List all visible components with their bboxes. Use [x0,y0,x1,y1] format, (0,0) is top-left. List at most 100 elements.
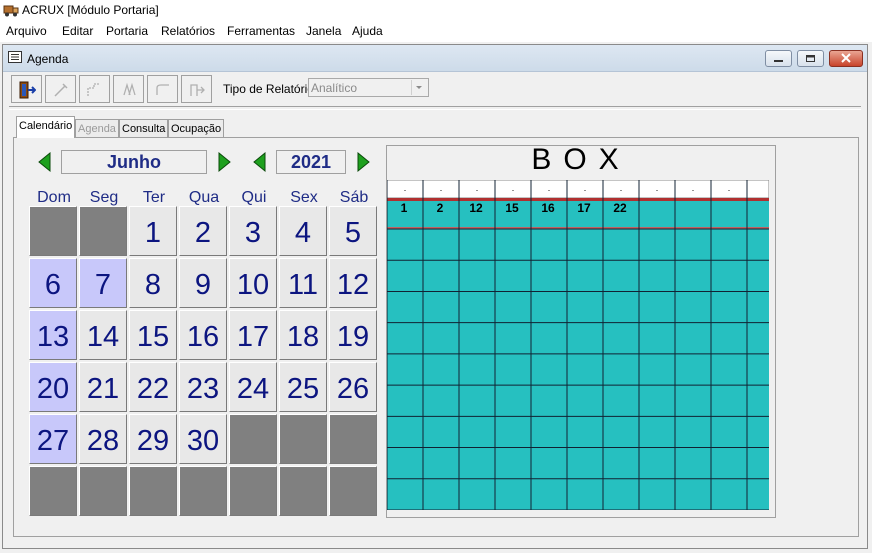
day-cell[interactable]: 22 [129,362,177,412]
day-cell[interactable]: 11 [279,258,327,308]
box-header-dot: . [656,183,659,193]
weekday-header: Qui [241,189,267,206]
day-cell[interactable]: 20 [29,362,77,412]
restore-icon [806,55,815,62]
box-header-dot: . [440,183,443,193]
tab-ocupacao[interactable]: Ocupação [168,119,225,137]
menu-relatorios[interactable]: Relatórios [161,24,215,38]
exit-button[interactable] [11,75,42,103]
rotate-icon [156,84,169,95]
window-icon [8,51,22,63]
weekday-header: Dom [37,189,71,206]
weekday-header: Seg [89,189,119,206]
edit-button[interactable] [45,75,76,103]
day-cell[interactable]: 15 [129,310,177,360]
menu-ajuda[interactable]: Ajuda [352,24,383,38]
menu-bar: Arquivo Editar Portaria Relatórios Ferra… [0,22,872,42]
day-cell[interactable]: 13 [29,310,77,360]
menu-portaria[interactable]: Portaria [106,24,148,38]
empty-day-cell [29,466,77,516]
report-type-select[interactable]: Analítico [308,78,429,97]
day-cell[interactable]: 24 [229,362,277,412]
box-header-dot: . [476,183,479,193]
day-cell[interactable]: 1 [129,206,177,256]
box-day-label: 22 [613,201,627,215]
box-day-label: 17 [577,201,591,215]
month-display: Junho [61,150,207,174]
next-year-button[interactable] [353,150,373,174]
minimize-icon [774,60,783,62]
menu-arquivo[interactable]: Arquivo [6,24,47,38]
day-cell[interactable]: 7 [79,258,127,308]
day-cell[interactable]: 17 [229,310,277,360]
day-cell[interactable]: 2 [179,206,227,256]
day-cell[interactable]: 14 [79,310,127,360]
day-cell[interactable]: 18 [279,310,327,360]
day-cell[interactable]: 8 [129,258,177,308]
prev-year-button[interactable] [250,150,270,174]
app-truck-icon [3,5,19,17]
move-icon [87,83,100,96]
move-button[interactable] [79,75,110,103]
box-header-dot: . [692,183,695,193]
tab-calendario[interactable]: Calendário [16,116,76,138]
year-display: 2021 [276,150,346,174]
tab-agenda[interactable]: Agenda [75,119,119,137]
box-day-label: 1 [401,201,408,215]
tab-consulta[interactable]: Consulta [119,119,169,137]
restore-button[interactable] [797,50,824,67]
copy-button[interactable] [113,75,144,103]
box-header-dot: . [548,183,551,193]
day-cell[interactable]: 16 [179,310,227,360]
day-cell[interactable]: 27 [29,414,77,464]
close-button[interactable] [829,50,863,67]
copy-icon [123,82,136,96]
day-cell[interactable]: 21 [79,362,127,412]
menu-ferramentas[interactable]: Ferramentas [227,24,295,38]
close-icon [841,53,851,63]
exit-door-icon [19,81,36,99]
weekday-header: Ter [142,189,166,206]
box-title: BOX [531,143,631,176]
box-day-label: 12 [469,201,483,215]
day-cell[interactable]: 9 [179,258,227,308]
edit-icon [54,83,68,97]
day-cell[interactable]: 10 [229,258,277,308]
day-cell[interactable]: 28 [79,414,127,464]
box-day-label: 15 [505,201,519,215]
day-cell[interactable]: 19 [329,310,377,360]
rotate-button[interactable] [147,75,178,103]
box-header-dot: . [512,183,515,193]
next-month-button[interactable] [214,150,234,174]
transfer-button[interactable] [181,75,212,103]
day-cell[interactable]: 25 [279,362,327,412]
box-header-dot: . [620,183,623,193]
day-cell[interactable]: 23 [179,362,227,412]
day-cell[interactable]: 6 [29,258,77,308]
weekday-header: Sex [290,189,318,206]
menu-janela[interactable]: Janela [306,24,341,38]
day-cell[interactable]: 29 [129,414,177,464]
empty-day-cell [29,206,77,256]
empty-day-cell [329,414,377,464]
day-cell[interactable]: 4 [279,206,327,256]
menu-editar[interactable]: Editar [62,24,93,38]
window-title-bar[interactable]: Agenda [3,45,867,72]
day-cell[interactable]: 12 [329,258,377,308]
day-cell[interactable]: 26 [329,362,377,412]
minimize-button[interactable] [765,50,792,67]
empty-day-cell [129,466,177,516]
weekday-header: Sáb [339,189,369,206]
dropdown-arrow[interactable] [411,80,427,95]
day-cell[interactable]: 5 [329,206,377,256]
day-cell[interactable]: 30 [179,414,227,464]
prev-month-button[interactable] [35,150,55,174]
report-type-value: Analítico [311,81,358,95]
empty-day-cell [79,466,127,516]
box-header-dot: . [584,183,587,193]
weekday-header: Qua [188,189,220,206]
empty-day-cell [229,466,277,516]
day-cell[interactable]: 3 [229,206,277,256]
transfer-icon [190,84,205,96]
box-header-dot: . [728,183,731,193]
